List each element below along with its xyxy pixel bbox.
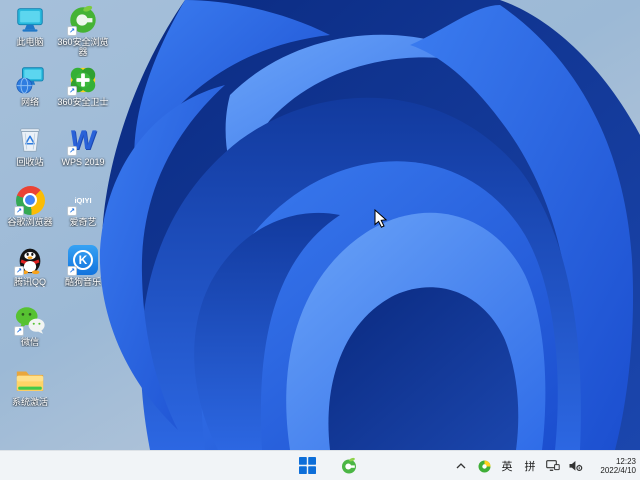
- icon-label: 腾讯QQ: [13, 277, 46, 287]
- folder-icon: [14, 364, 46, 396]
- kugou-music-icon: K: [67, 244, 99, 276]
- icon-label: 爱奇艺: [69, 217, 97, 227]
- shortcut-arrow-icon: [14, 266, 24, 276]
- desktop-icon-network[interactable]: 网络: [4, 64, 56, 124]
- shortcut-arrow-icon: [67, 206, 77, 216]
- shortcut-arrow-icon: [67, 146, 77, 156]
- icon-label: WPS 2019: [61, 157, 105, 167]
- desktop-icon-wps-2019[interactable]: W WPS 2019: [57, 124, 109, 184]
- recycle-bin-icon: [14, 124, 46, 156]
- icon-label: 系统激活: [11, 397, 48, 407]
- icon-label: 网络: [20, 97, 39, 107]
- chevron-up-icon: [456, 463, 466, 469]
- tray-overflow-chevron[interactable]: [454, 454, 468, 478]
- 360-security-guard-icon: [67, 64, 99, 96]
- desktop-icon-grid: 此电脑 360安全浏览器: [4, 4, 109, 424]
- network-icon: [14, 64, 46, 96]
- 360-tray-icon: [478, 460, 490, 472]
- this-pc-icon: [14, 4, 46, 36]
- chrome-icon: [14, 184, 46, 216]
- taskbar-center-icons: [294, 451, 362, 480]
- shortcut-arrow-icon: [14, 206, 24, 216]
- desktop-icon-360-safe-browser[interactable]: 360安全浏览器: [57, 4, 109, 64]
- windows-logo-icon: [298, 457, 316, 474]
- desktop-icon-chrome[interactable]: 谷歌浏览器: [4, 184, 56, 244]
- qq-penguin-icon: [14, 244, 46, 276]
- taskbar: 英 拼 12:23 2022/4/10: [0, 450, 640, 480]
- icon-label: 微信: [20, 337, 39, 347]
- browser-taskbar-button[interactable]: [336, 453, 362, 479]
- 360-safe-browser-icon: [67, 4, 99, 36]
- desktop-icon-activation-folder[interactable]: 系统激活: [4, 364, 56, 424]
- system-tray: 英 拼 12:23 2022/4/10: [454, 451, 636, 480]
- icon-label: 谷歌浏览器: [7, 217, 53, 227]
- 360-browser-e-icon: [342, 457, 356, 473]
- shortcut-arrow-icon: [67, 26, 77, 36]
- tray-360-icon[interactable]: [477, 454, 491, 478]
- volume-settings-icon: [569, 461, 583, 472]
- icon-label: 此电脑: [16, 37, 44, 47]
- iqiyi-icon: iQIYI: [67, 184, 99, 216]
- volume-tray-button[interactable]: [569, 454, 583, 478]
- desktop-icon-360-security-guard[interactable]: 360安全卫士: [57, 64, 109, 124]
- clock-time: 12:23: [615, 457, 636, 466]
- wps-2019-icon: W: [67, 124, 99, 156]
- network-tray-button[interactable]: [546, 454, 560, 478]
- icon-label: 回收站: [16, 157, 44, 167]
- icon-label: 酷狗音乐: [64, 277, 101, 287]
- desktop-icon-wechat[interactable]: 微信: [4, 304, 56, 364]
- taskbar-clock[interactable]: 12:23 2022/4/10: [592, 457, 636, 475]
- desktop-icon-tencent-qq[interactable]: 腾讯QQ: [4, 244, 56, 304]
- clock-date: 2022/4/10: [600, 466, 636, 475]
- desktop-icon-this-pc[interactable]: 此电脑: [4, 4, 56, 64]
- icon-label: 360安全浏览器: [57, 37, 109, 57]
- desktop-icon-recycle-bin[interactable]: 回收站: [4, 124, 56, 184]
- network-monitor-icon: [546, 460, 560, 471]
- ime-mode-indicator[interactable]: 拼: [523, 454, 537, 478]
- shortcut-arrow-icon: [67, 266, 77, 276]
- ime-language-indicator[interactable]: 英: [500, 454, 514, 478]
- desktop-wallpaper[interactable]: 此电脑 360安全浏览器: [0, 0, 640, 450]
- start-button[interactable]: [294, 453, 320, 479]
- shortcut-arrow-icon: [67, 86, 77, 96]
- icon-label: 360安全卫士: [57, 97, 109, 107]
- shortcut-arrow-icon: [14, 326, 24, 336]
- desktop-icon-kugou-music[interactable]: K 酷狗音乐: [57, 244, 109, 304]
- wechat-icon: [14, 304, 46, 336]
- desktop-icon-iqiyi[interactable]: iQIYI 爱奇艺: [57, 184, 109, 244]
